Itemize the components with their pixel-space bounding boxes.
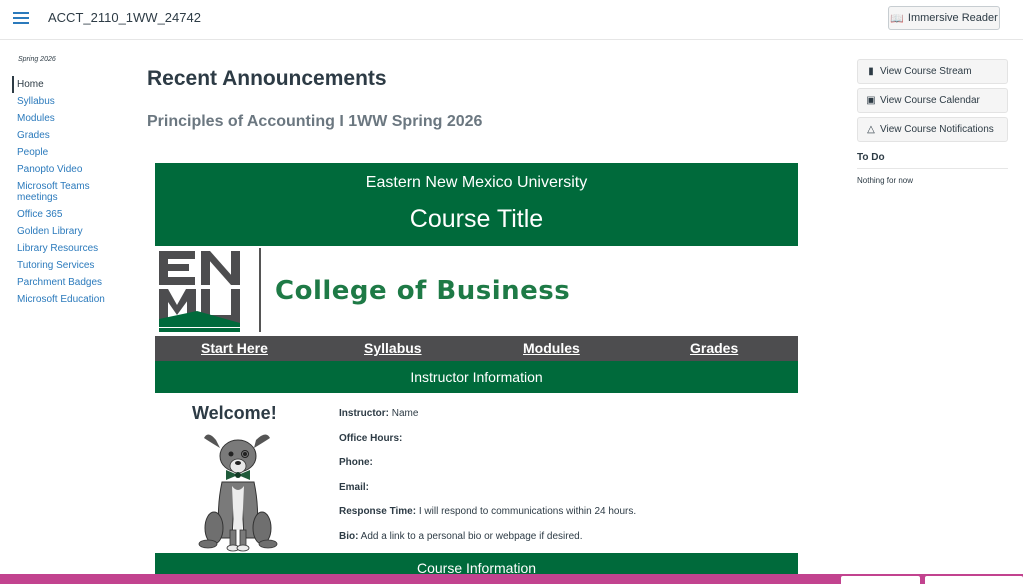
sidebar-item-people[interactable]: People	[12, 144, 122, 161]
syllabus-link[interactable]: Syllabus	[364, 340, 422, 356]
response-time-value: I will respond to communications within …	[416, 506, 637, 517]
bar-chart-icon: ▮	[868, 66, 874, 77]
sidebar-item-syllabus[interactable]: Syllabus	[12, 93, 122, 110]
instructor-info: Instructor: Name Office Hours: Phone: Em…	[339, 402, 759, 549]
college-name: College of Business	[275, 276, 571, 306]
university-name: Eastern New Mexico University	[365, 174, 588, 191]
immersive-reader-button[interactable]: 📖 Immersive Reader	[888, 6, 1000, 30]
sidebar-item-golden-library[interactable]: Golden Library	[12, 223, 122, 240]
hamburger-menu-icon[interactable]	[13, 11, 29, 25]
course-nav-list: Home Syllabus Modules Grades People Pano…	[12, 76, 122, 308]
bio-row: Bio: Add a link to a personal bio or web…	[339, 525, 759, 550]
sidebar-item-grades[interactable]: Grades	[12, 127, 122, 144]
enmu-logo-graphic	[159, 251, 240, 332]
instructor-label: Instructor:	[339, 408, 389, 419]
response-time-row: Response Time: I will respond to communi…	[339, 500, 759, 525]
course-code[interactable]: ACCT_2110_1WW_24742	[48, 10, 201, 25]
view-course-calendar-label: View Course Calendar	[880, 95, 980, 106]
course-title: Course Title	[409, 205, 544, 233]
immersive-reader-label: Immersive Reader	[907, 12, 998, 24]
view-course-notifications-label: View Course Notifications	[880, 124, 994, 135]
email-label: Email:	[339, 481, 370, 493]
bio-value: Add a link to a personal bio or webpage …	[358, 530, 583, 542]
view-course-stream-button[interactable]: ▮ View Course Stream	[857, 59, 1008, 84]
sidebar-item-parchment-badges[interactable]: Parchment Badges	[12, 274, 122, 291]
todo-empty-message: Nothing for now	[857, 176, 914, 185]
response-time-label: Response Time:	[339, 506, 417, 517]
sidebar-item-modules[interactable]: Modules	[12, 110, 122, 127]
sidebar-item-microsoft-education[interactable]: Microsoft Education	[12, 291, 122, 308]
office-hours-label: Office Hours:	[339, 432, 403, 444]
page-title: Recent Announcements	[147, 67, 387, 90]
instructor-value: Name	[389, 408, 419, 419]
instructor-row: Instructor: Name	[339, 402, 759, 427]
bio-label: Bio:	[339, 530, 359, 542]
top-bar: ACCT_2110_1WW_24742 📖 Immersive Reader	[0, 0, 1023, 40]
sidebar-item-panopto-video[interactable]: Panopto Video	[12, 161, 122, 178]
todo-heading: To Do	[857, 152, 1008, 169]
college-logo-row: College of Business	[155, 246, 798, 336]
sidebar-item-teams-meetings[interactable]: Microsoft Teams meetings	[12, 178, 122, 206]
sidebar-item-home[interactable]: Home	[12, 76, 122, 93]
sidebar-item-office-365[interactable]: Office 365	[12, 206, 122, 223]
course-banner: Eastern New Mexico University Course Tit…	[155, 163, 798, 246]
immersive-reader-icon: 📖	[890, 12, 904, 25]
view-course-notifications-button[interactable]: △ View Course Notifications	[857, 117, 1008, 142]
modules-link[interactable]: Modules	[523, 340, 580, 356]
view-course-calendar-button[interactable]: ▣ View Course Calendar	[857, 88, 1008, 113]
start-here-link[interactable]: Start Here	[201, 340, 268, 356]
greyhound-mascot-image	[198, 434, 278, 552]
right-sidebar: ▮ View Course Stream ▣ View Course Calen…	[857, 59, 1008, 185]
calendar-icon: ▣	[866, 95, 876, 106]
sidebar-item-library-resources[interactable]: Library Resources	[12, 240, 122, 257]
course-link-bar: Start Here Syllabus Modules Grades	[155, 336, 798, 361]
view-course-stream-label: View Course Stream	[880, 66, 972, 77]
email-row: Email:	[339, 476, 759, 501]
grades-link[interactable]: Grades	[690, 340, 738, 356]
office-hours-row: Office Hours:	[339, 427, 759, 452]
phone-row: Phone:	[339, 451, 759, 476]
enmu-logo	[157, 249, 243, 333]
bell-icon: △	[867, 124, 875, 135]
bottom-notification-banner	[0, 574, 1023, 584]
phone-label: Phone:	[339, 457, 373, 468]
banner-button-1[interactable]	[841, 576, 920, 584]
instructor-information-bar: Instructor Information	[155, 361, 798, 393]
logo-divider	[259, 248, 261, 332]
term-label: Spring 2026	[18, 56, 56, 63]
course-subtitle: Principles of Accounting I 1WW Spring 20…	[147, 113, 483, 130]
welcome-heading: Welcome!	[192, 403, 277, 423]
banner-button-2[interactable]	[925, 576, 1023, 584]
sidebar-item-tutoring-services[interactable]: Tutoring Services	[12, 257, 122, 274]
